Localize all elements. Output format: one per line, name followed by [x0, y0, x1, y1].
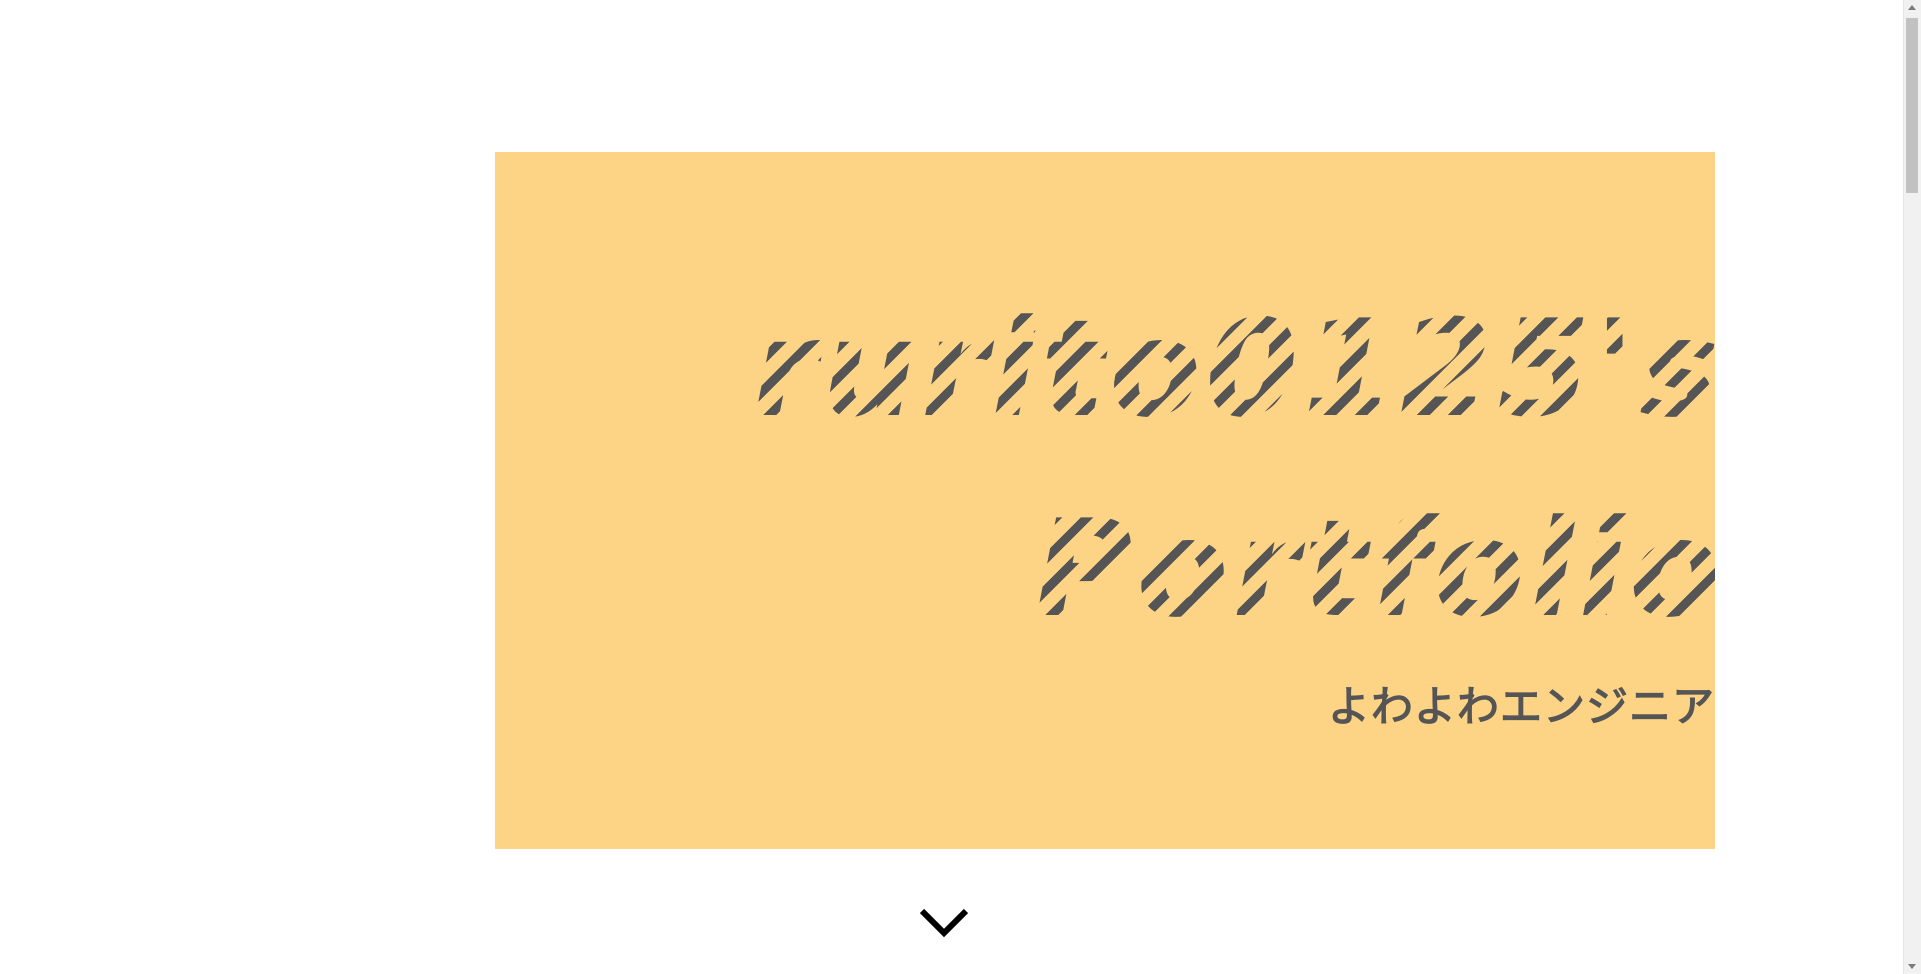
scroll-down-arrow-icon[interactable]	[1908, 964, 1916, 969]
hero-title-line2: Portfolio	[1034, 502, 1715, 636]
scroll-up-arrow-icon[interactable]	[1908, 5, 1916, 10]
hero-banner: rurito0125's Portfolio よわよわエンジニア	[495, 152, 1715, 849]
scrollbar-thumb[interactable]	[1906, 18, 1918, 193]
vertical-scrollbar[interactable]	[1903, 0, 1921, 974]
chevron-down-icon	[919, 908, 969, 938]
hero-subtitle: よわよわエンジニア	[1327, 682, 1715, 731]
scroll-down-button[interactable]	[916, 903, 972, 943]
hero-title-line1: rurito0125's	[752, 302, 1715, 436]
portfolio-page: rurito0125's Portfolio よわよわエンジニア	[0, 0, 1921, 974]
